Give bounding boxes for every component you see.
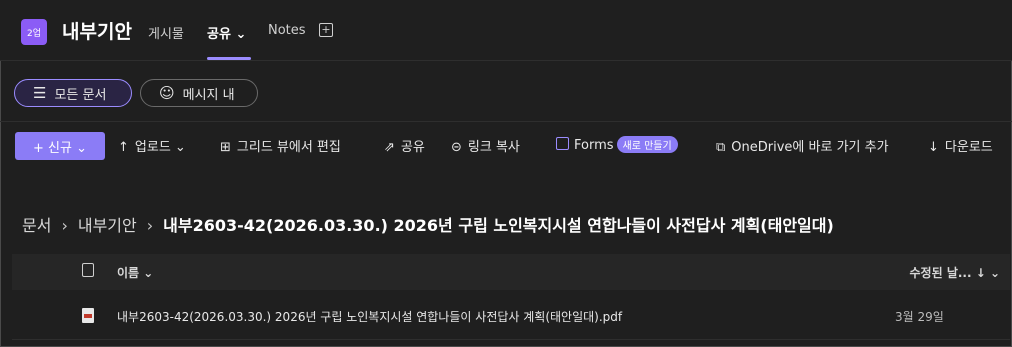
chat-bubble-icon: ☺ bbox=[159, 84, 175, 102]
new-button[interactable]: + 신규 ⌄ bbox=[15, 132, 105, 160]
forms-new-badge[interactable]: 새로 만들기 bbox=[616, 136, 678, 153]
download-icon: ↓ bbox=[928, 140, 939, 155]
in-message-label: 메시지 내 bbox=[182, 87, 235, 103]
upload-button[interactable]: ↑ 업로드 ⌄ bbox=[118, 136, 186, 155]
list-icon: ☰ bbox=[33, 84, 47, 102]
forms-label: Forms bbox=[574, 138, 614, 153]
copy-link-button[interactable]: ⊝ 링크 복사 bbox=[451, 136, 520, 155]
column-name[interactable]: 이름 ⌄ bbox=[117, 264, 153, 281]
forms-icon bbox=[556, 137, 569, 150]
add-tab-icon[interactable]: + bbox=[319, 23, 333, 37]
file-name[interactable]: 내부2603-42(2026.03.30.) 2026년 구립 노인복지시설 연… bbox=[117, 308, 622, 325]
share-icon: ⇗ bbox=[384, 140, 395, 155]
chevron-right-icon: › bbox=[61, 216, 68, 235]
copy-link-label: 링크 복사 bbox=[467, 140, 520, 155]
column-modified[interactable]: 수정된 날... ↓ ⌄ bbox=[910, 264, 1000, 281]
channel-title: 내부기안 bbox=[62, 21, 132, 43]
in-message-pill[interactable]: ☺ 메시지 내 bbox=[140, 79, 258, 107]
all-documents-label: 모든 문서 bbox=[54, 87, 107, 103]
link-icon: ⊝ bbox=[451, 140, 462, 155]
tab-posts[interactable]: 게시물 bbox=[148, 23, 184, 42]
breadcrumb-channel[interactable]: 내부기안 bbox=[78, 216, 137, 235]
view-selector: ☰ 모든 문서 ☺ 메시지 내 bbox=[0, 61, 1012, 122]
shortcut-icon: ⧉ bbox=[716, 140, 726, 155]
edit-in-grid-button[interactable]: ⊞ 그리드 뷰에서 편집 bbox=[220, 136, 341, 155]
download-button[interactable]: ↓ 다운로드 bbox=[928, 136, 993, 155]
all-documents-pill[interactable]: ☰ 모든 문서 bbox=[14, 79, 132, 107]
onedrive-shortcut-label: OneDrive에 바로 가기 추가 bbox=[731, 140, 889, 155]
breadcrumb-current-folder: 내부2603-42(2026.03.30.) 2026년 구립 노인복지시설 연… bbox=[163, 216, 834, 235]
file-modified-date: 3월 29일 bbox=[895, 310, 944, 324]
table-header: 이름 ⌄ 수정된 날... ↓ ⌄ bbox=[12, 254, 1010, 290]
active-tab-indicator bbox=[207, 57, 251, 60]
chevron-right-icon: › bbox=[146, 216, 154, 235]
breadcrumb: 문서 › 내부기안 › 내부2603-42(2026.03.30.) 2026년 구립 … bbox=[22, 212, 834, 236]
team-avatar[interactable]: 2업 bbox=[21, 19, 47, 45]
download-label: 다운로드 bbox=[944, 140, 993, 155]
file-type-icon bbox=[82, 263, 94, 277]
add-onedrive-shortcut-button[interactable]: ⧉ OneDrive에 바로 가기 추가 bbox=[716, 136, 889, 155]
tab-notes[interactable]: Notes bbox=[268, 23, 306, 38]
edit-in-grid-label: 그리드 뷰에서 편집 bbox=[236, 140, 341, 155]
share-button[interactable]: ⇗ 공유 bbox=[384, 136, 425, 155]
command-bar: + 신규 ⌄ ↑ 업로드 ⌄ ⊞ 그리드 뷰에서 편집 ⇗ 공유 ⊝ 링크 복사 For… bbox=[0, 122, 1012, 170]
table-row[interactable]: 내부2603-42(2026.03.30.) 2026년 구립 노인복지시설 연… bbox=[12, 291, 1010, 340]
tab-shared[interactable]: 공유 ⌄ bbox=[207, 23, 246, 42]
channel-header: 2업 내부기안 게시물 공유 ⌄ Notes + bbox=[0, 0, 1012, 61]
forms-button[interactable]: Forms 새로 만들기 bbox=[556, 136, 678, 153]
breadcrumb-documents[interactable]: 문서 bbox=[22, 216, 51, 235]
share-label: 공유 bbox=[400, 140, 425, 155]
pdf-file-icon bbox=[82, 308, 94, 323]
upload-label: 업로드 ⌄ bbox=[134, 140, 186, 155]
grid-icon: ⊞ bbox=[220, 140, 231, 155]
upload-arrow-icon: ↑ bbox=[118, 140, 129, 155]
